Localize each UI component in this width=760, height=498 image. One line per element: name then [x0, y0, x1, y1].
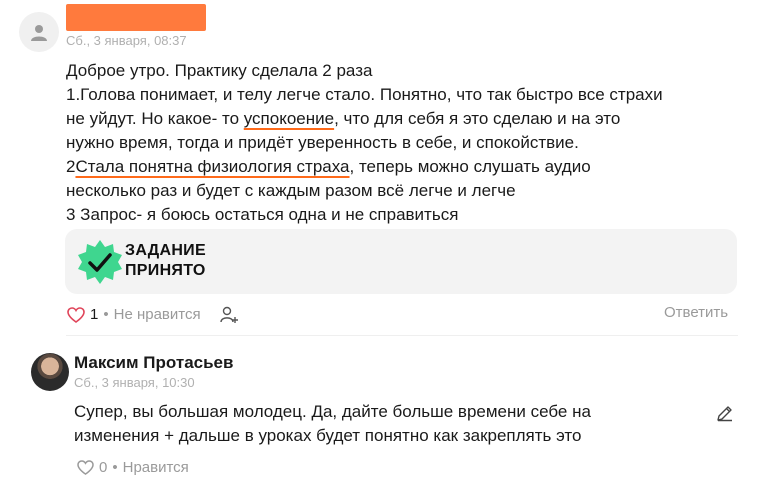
checkmark-badge-icon [78, 240, 122, 284]
author-name[interactable]: Максим Протасьев [74, 353, 233, 373]
badge-label: ЗАДАНИЕ ПРИНЯТО [125, 242, 206, 279]
underlined-text: успокоение [243, 109, 335, 128]
post-line: 1.Голова понимает, и телу легче стало. П… [66, 85, 663, 104]
reply-line: Супер, вы большая молодец. Да, дайте бол… [74, 402, 591, 421]
reply-body: Супер, вы большая молодец. Да, дайте бол… [74, 400, 591, 448]
post-body: Доброе утро. Практику сделала 2 раза 1.Г… [66, 59, 663, 227]
post-timestamp: Сб., 3 января, 08:37 [66, 33, 187, 48]
post-line: не уйдут. Но какое- то успокоение, что д… [66, 109, 621, 128]
avatar[interactable] [31, 353, 69, 391]
post-line: Доброе утро. Практику сделала 2 раза [66, 61, 373, 80]
dislike-button[interactable]: Не нравится [114, 306, 201, 323]
post-line: 2Стала понятна физиология страха, теперь… [66, 157, 591, 176]
post-line: нужно время, тогда и придёт уверенность … [66, 133, 579, 152]
reply-actions: 0 • Нравится [77, 459, 189, 476]
user-avatar-placeholder [19, 12, 59, 52]
redacted-author-name [66, 4, 206, 31]
like-button[interactable]: Нравится [123, 459, 189, 476]
post-actions: 1 • Не нравится [67, 306, 201, 323]
heart-icon[interactable] [77, 460, 94, 475]
post-line: несколько раз и будет с каждым разом всё… [66, 179, 663, 203]
reply-button[interactable]: Ответить [664, 304, 728, 321]
post-line: 3 Запрос- я боюсь остаться одна и не спр… [66, 205, 459, 224]
add-user-icon[interactable] [219, 305, 239, 325]
divider [66, 335, 738, 336]
heart-icon[interactable] [67, 306, 85, 323]
like-count: 1 [90, 306, 99, 323]
reply-line: изменения + дальше в уроках будет понятн… [74, 426, 582, 445]
underlined-text: Стала понятна физиология страха [75, 157, 350, 176]
underlined-text: несколько раз и будет с каждым разом всё… [66, 181, 516, 200]
user-icon [31, 25, 47, 41]
edit-pencil-icon[interactable] [715, 403, 735, 423]
task-accepted-box: ЗАДАНИЕ ПРИНЯТО [65, 229, 737, 294]
like-count: 0 [99, 459, 108, 476]
reply-timestamp: Сб., 3 января, 10:30 [74, 375, 195, 390]
